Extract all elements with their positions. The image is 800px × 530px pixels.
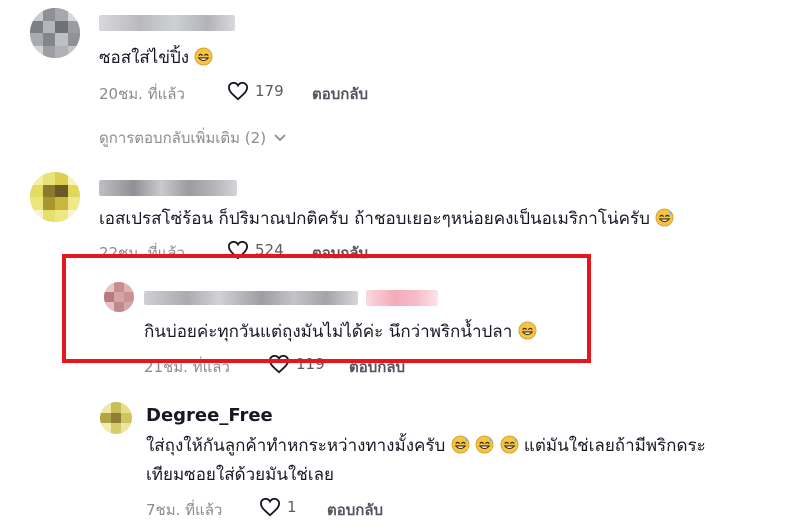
- avatar[interactable]: [104, 282, 134, 312]
- grinning-sweat-emoji: [518, 321, 537, 340]
- chevron-down-icon: [274, 134, 286, 142]
- view-more-label: ดูการตอบกลับเพิ่มเติม (2): [99, 129, 267, 147]
- username-blurred[interactable]: [144, 291, 358, 305]
- heart-icon[interactable]: [227, 81, 249, 101]
- comment-text: ซอสใส่ไข่ปิ้ง: [99, 44, 213, 71]
- grinning-sweat-emoji: [655, 208, 674, 227]
- grinning-sweat-emoji: [500, 435, 518, 454]
- reply-timestamp: 21ชม. ที่แล้ว: [144, 358, 230, 376]
- username-badge-blurred: [366, 290, 438, 306]
- like-count: 119: [296, 355, 325, 373]
- grinning-sweat-emoji: [195, 47, 213, 66]
- comment-timestamp: 22ชม. ที่แล้ว: [99, 244, 185, 262]
- reply-text-line2: เทียมซอยใส่ด้วยมันใช่เลย: [146, 465, 334, 485]
- username-blurred[interactable]: [99, 180, 237, 196]
- like-count: 524: [255, 241, 284, 259]
- reply-text: กินบ่อยค่ะทุกวันแต่ถุงมันไม่ได้ค่ะ นึกว่…: [144, 318, 537, 345]
- like-button[interactable]: 119: [268, 354, 325, 374]
- grinning-sweat-emoji: [451, 435, 470, 454]
- reply-timestamp: 7ชม. ที่แล้ว: [146, 501, 223, 519]
- reply-text: ใส่ถุงให้กันลูกค้าทำหกระหว่างทางมั้งครับ…: [146, 435, 706, 456]
- like-button[interactable]: 524: [227, 240, 284, 260]
- username-blurred[interactable]: [99, 15, 235, 31]
- like-count: 179: [255, 82, 284, 100]
- comment-text: เอสเปรสโซ่ร้อน ก็ปริมาณปกติครับ ถ้าชอบเย…: [99, 205, 674, 232]
- view-more-replies[interactable]: ดูการตอบกลับเพิ่มเติม (2): [99, 126, 286, 150]
- grinning-sweat-emoji: [475, 435, 494, 454]
- avatar[interactable]: [30, 172, 80, 222]
- reply-button[interactable]: ตอบกลับ: [349, 355, 405, 379]
- reply-button[interactable]: ตอบกลับ: [327, 498, 383, 522]
- reply-button[interactable]: ตอบกลับ: [312, 82, 368, 106]
- heart-icon[interactable]: [268, 354, 290, 374]
- username[interactable]: Degree_Free: [146, 405, 273, 426]
- like-button[interactable]: 1: [259, 497, 297, 517]
- avatar[interactable]: [30, 8, 80, 58]
- like-count: 1: [287, 498, 297, 516]
- heart-icon[interactable]: [227, 240, 249, 260]
- heart-icon[interactable]: [259, 497, 281, 517]
- like-button[interactable]: 179: [227, 81, 284, 101]
- reply-button[interactable]: ตอบกลับ: [312, 241, 368, 265]
- comment-timestamp: 20ชม. ที่แล้ว: [99, 85, 185, 103]
- avatar[interactable]: [100, 402, 132, 434]
- highlight-box: [62, 254, 591, 363]
